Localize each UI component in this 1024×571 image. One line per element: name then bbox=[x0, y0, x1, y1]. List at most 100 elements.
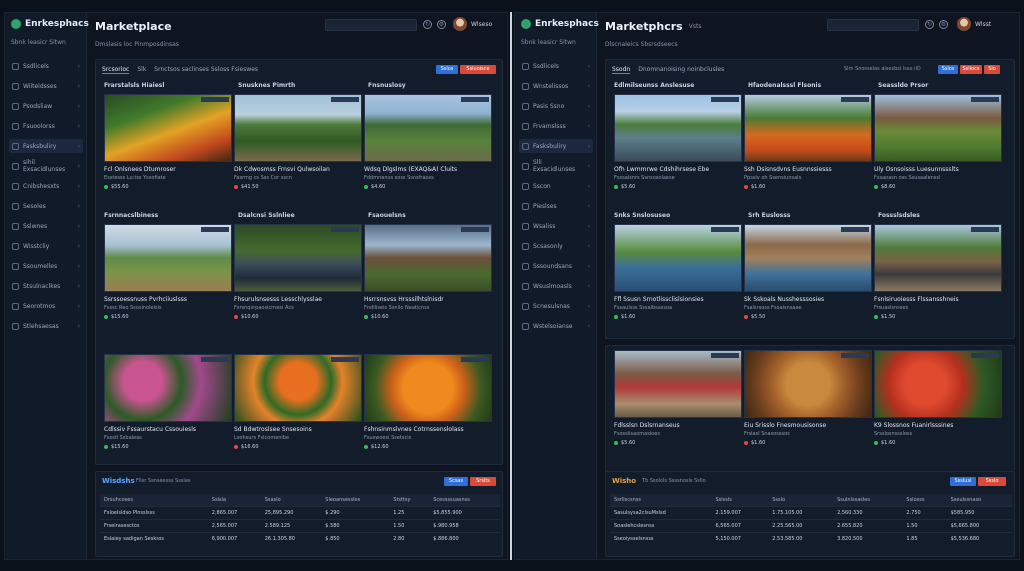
column-header[interactable]: Sseulssnaso bbox=[946, 494, 1012, 506]
product-image[interactable] bbox=[104, 354, 232, 422]
sidebar-item[interactable]: Ssdlicels › bbox=[9, 59, 83, 73]
product-card[interactable]: Fsnlsiruoiesss Flssansshneis Frsuaslsnsse… bbox=[874, 224, 1002, 320]
sidebar-item[interactable]: Ssdlicels › bbox=[519, 59, 593, 73]
product-title[interactable]: Uly Osnsoisss Luesunnssslts bbox=[874, 166, 1002, 173]
avatar[interactable] bbox=[453, 17, 467, 31]
column-header[interactable]: Ssulnlssasles bbox=[833, 494, 903, 506]
product-card[interactable]: Ssrssoessnuss Pvrhciiuslsss Fsssc Reo Sso… bbox=[104, 224, 232, 320]
product-image[interactable] bbox=[614, 350, 742, 418]
product-card[interactable]: Sd Bdwtroslsee Snsesoins Lsohsurs Fslcome… bbox=[234, 354, 362, 450]
filter-tab[interactable]: Srcsorioc bbox=[102, 66, 130, 74]
sidebar-item[interactable]: Stsulnaclkes › bbox=[9, 279, 83, 293]
sidebar-item[interactable]: Seorotmos › bbox=[9, 299, 83, 313]
sidebar-item[interactable]: Frvamslsss › bbox=[519, 119, 593, 133]
product-title[interactable]: Dk Cdwosmss Frnsvi Qulwsoilan bbox=[234, 166, 362, 173]
table-tabs[interactable]: Tb Ssolols Ssssnosls Ssllo bbox=[642, 478, 706, 484]
sidebar-item[interactable]: Sesoles › bbox=[9, 199, 83, 213]
column-header[interactable]: Sslosss bbox=[902, 494, 947, 506]
table-tabs[interactable]: Fllsr Ssnseesss Ssslas bbox=[136, 478, 190, 484]
sidebar-item[interactable]: Pieslses › bbox=[519, 199, 593, 213]
product-image[interactable] bbox=[744, 224, 872, 292]
table-row[interactable]: Sasulsysa2clsuMslsd 2.159.007 1.75.105.00 2… bbox=[610, 505, 1012, 519]
filter-tab[interactable]: Ssodn bbox=[612, 66, 631, 74]
product-image[interactable] bbox=[874, 350, 1002, 418]
product-image[interactable] bbox=[744, 350, 872, 418]
product-image[interactable] bbox=[234, 94, 362, 162]
sidebar-filter[interactable]: Sbnk leasicr Sitwn bbox=[521, 39, 576, 46]
column-header[interactable]: Ssrllscsnss bbox=[610, 494, 712, 506]
product-image[interactable] bbox=[364, 94, 492, 162]
column-header[interactable]: Ssslo bbox=[768, 494, 834, 506]
sidebar-item[interactable]: Wnstelissos › bbox=[519, 79, 593, 93]
table-row[interactable]: Soaslehcslesnss 6,565.007 2.25.565.00 2.655… bbox=[610, 518, 1012, 532]
brand[interactable]: Enrkesphacs bbox=[521, 19, 599, 29]
product-title[interactable]: Fhsurulsnsesss Lesschlysslae bbox=[234, 296, 362, 303]
sidebar-filter[interactable]: Sbnk leasicr Sitwn bbox=[11, 39, 66, 46]
sidebar-item[interactable]: Sssoundsans › bbox=[519, 259, 593, 273]
sidebar-item[interactable]: Wsaliss › bbox=[519, 219, 593, 233]
search-filter[interactable]: Slm Snosselas alsesbsi lsso iiD bbox=[844, 66, 921, 72]
product-image[interactable] bbox=[104, 94, 232, 162]
filter-tab[interactable]: Slk bbox=[137, 66, 146, 74]
filter-tab[interactable]: Srnctsos saclinses Ssloss Fsieswes bbox=[154, 66, 258, 74]
sidebar-item[interactable]: Pasis Ssno › bbox=[519, 99, 593, 113]
column-header[interactable]: Ststtsy bbox=[389, 494, 430, 506]
column-header[interactable]: Drsuhcoses bbox=[100, 494, 208, 506]
product-image[interactable] bbox=[614, 224, 742, 292]
product-card[interactable]: Dk Cdwosmss Frnsvi Qulwsoilan Fasrmg cs S… bbox=[234, 94, 362, 190]
sales-button[interactable]: Sslos bbox=[938, 65, 958, 74]
sidebar-item[interactable]: Ssoumelles › bbox=[9, 259, 83, 273]
table-action-button[interactable]: Ssslusl bbox=[950, 477, 976, 486]
product-card[interactable]: Hsrrsnsvss Hrsssilhtslnisdr Fndlliseis Ss… bbox=[364, 224, 492, 320]
product-title[interactable]: Sk Sskoals Nusshesssosies bbox=[744, 296, 872, 303]
sidebar-item[interactable]: Fasksbuliry › bbox=[519, 139, 593, 153]
sales-button[interactable]: Sslos bbox=[436, 65, 458, 74]
product-image[interactable] bbox=[874, 224, 1002, 292]
product-image[interactable] bbox=[364, 224, 492, 292]
table-action-button[interactable]: Scsas bbox=[444, 477, 468, 486]
sidebar-item[interactable]: Wiiteldsses › bbox=[9, 79, 83, 93]
filter-tab[interactable]: Dnomnanoising noinbclusles bbox=[638, 66, 724, 74]
sidebar-item[interactable]: Scnesulsnas › bbox=[519, 299, 593, 313]
sidebar-item[interactable]: Cnibshesxts › bbox=[9, 179, 83, 193]
product-card[interactable]: K9 Slossnos Fuanirlsssines Srsslosnssslos… bbox=[874, 350, 1002, 446]
product-title[interactable]: Ofh Lwmmrwe Cdshihrsese Ebe bbox=[614, 166, 742, 173]
sidebar-item[interactable]: Fasksbuliry › bbox=[9, 139, 83, 153]
column-header[interactable]: Sslsla bbox=[207, 494, 261, 506]
table-row[interactable]: Sseoiysselsnsss 5,150.007 2.53.585.00 3.820… bbox=[610, 531, 1012, 545]
column-header[interactable]: Sslssls bbox=[711, 494, 769, 506]
sidebar-item[interactable]: Sslwnes › bbox=[9, 219, 83, 233]
product-title[interactable]: Sd Bdwtroslsee Snsesoins bbox=[234, 426, 362, 433]
product-card[interactable]: Cdlssiv Fssaurstacu Cssouiesls Fssstl Ssb… bbox=[104, 354, 232, 450]
sidebar-item[interactable]: sihil Exsacidlunses › bbox=[9, 159, 83, 173]
product-card[interactable]: Fcl Onlsnees Dtumroser Esstesss Lu:tss Ys… bbox=[104, 94, 232, 190]
product-image[interactable] bbox=[874, 94, 1002, 162]
sidebar-item[interactable]: Fsuoolorss › bbox=[9, 119, 83, 133]
product-title[interactable]: Ssh Dsisnsdvns Eusnnssiesss bbox=[744, 166, 872, 173]
product-image[interactable] bbox=[614, 94, 742, 162]
sidebar-item[interactable]: Slli Exsacidlunses › bbox=[519, 159, 593, 173]
refresh-icon[interactable]: ↻ bbox=[925, 20, 934, 29]
product-title[interactable]: Wdsq Dlgslms (EXAQ&A) Cluits bbox=[364, 166, 492, 173]
product-title[interactable]: Ssrssoessnuss Pvrhciiuslsss bbox=[104, 296, 232, 303]
product-title[interactable]: Fcl Onlsnees Dtumroser bbox=[104, 166, 232, 173]
more-button[interactable]: Slo bbox=[984, 65, 1000, 74]
product-card[interactable]: Fhsurulsnsesss Lesschlysslae Fsrsnqsrpaos… bbox=[234, 224, 362, 320]
product-title[interactable]: Eiu Srisslo Fnesmousisonse bbox=[744, 422, 872, 429]
search-input[interactable] bbox=[827, 19, 919, 31]
settings-icon[interactable]: ⚙ bbox=[437, 20, 446, 29]
product-title[interactable]: Fdlsslsn Dslsrnanseus bbox=[614, 422, 742, 429]
sidebar-item[interactable]: Sscon › bbox=[519, 179, 593, 193]
sidebar-item[interactable]: Stlehsaesas › bbox=[9, 319, 83, 333]
release-button[interactable]: Ssliocs bbox=[960, 65, 982, 74]
settings-icon[interactable]: ⚙ bbox=[939, 20, 948, 29]
brand[interactable]: Enrkesphacs bbox=[11, 19, 89, 29]
table-row[interactable]: Frseirasesctos 2,565.007 2.589.125 $.580 1.5… bbox=[100, 518, 500, 532]
product-card[interactable]: Wdsq Dlgslms (EXAQ&A) Cluits Fddmnanvs so… bbox=[364, 94, 492, 190]
product-title[interactable]: Ffl Ssusn Srnotlissclislsionsies bbox=[614, 296, 742, 303]
product-card[interactable]: Ssh Dsisnsdvns Eusnnssiesss Ppsslv oh Sse… bbox=[744, 94, 872, 190]
product-image[interactable] bbox=[364, 354, 492, 422]
product-title[interactable]: Fshnsinmslvnes Cotrnssenslolass bbox=[364, 426, 492, 433]
product-image[interactable] bbox=[234, 224, 362, 292]
product-card[interactable]: Eiu Srisslo Fnesmousisonse Frslasl Snasos… bbox=[744, 350, 872, 446]
